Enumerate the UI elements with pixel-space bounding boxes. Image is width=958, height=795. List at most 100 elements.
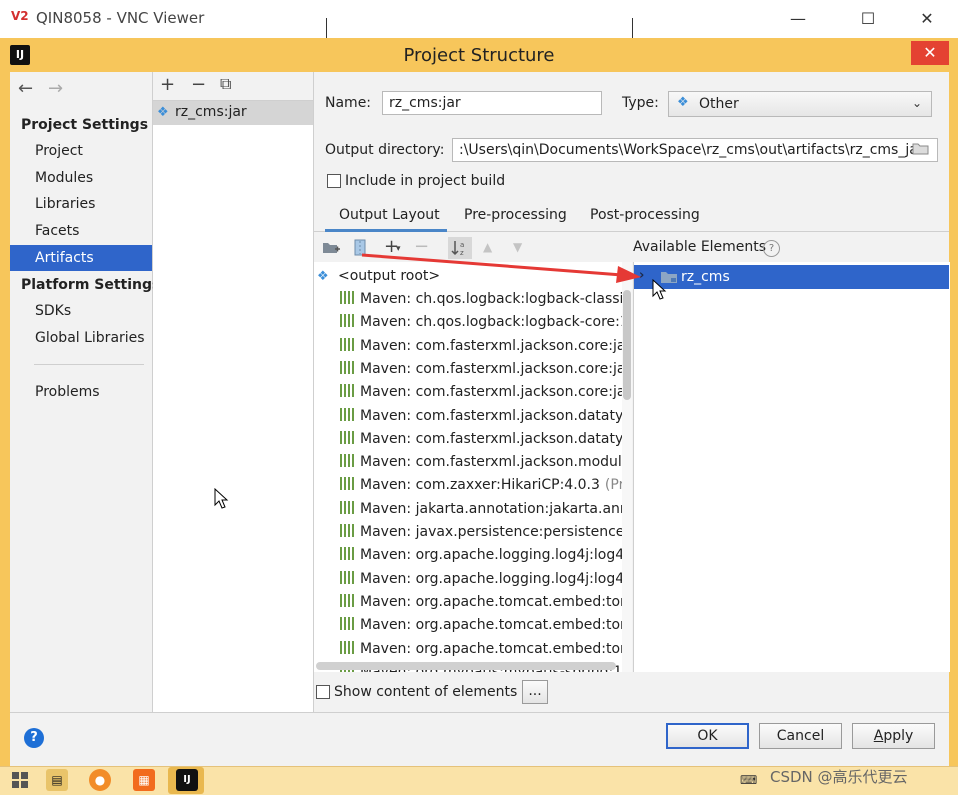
tree-horizontal-scrollbar[interactable] xyxy=(316,662,616,670)
layout-tree-row-label: Maven: org.apache.logging.log4j:log4j-ap xyxy=(360,547,632,564)
new-directory-icon[interactable] xyxy=(322,240,340,255)
vnc-close-button[interactable]: ✕ xyxy=(907,6,947,32)
name-label: Name: xyxy=(325,95,372,111)
library-icon xyxy=(340,407,354,421)
folder-browse-icon[interactable] xyxy=(912,142,930,155)
mouse-cursor-icon xyxy=(214,488,229,509)
ok-button[interactable]: OK xyxy=(666,723,749,749)
output-root-icon: ❖ xyxy=(317,269,329,284)
mouse-cursor-icon xyxy=(652,279,667,300)
vnc-window-title: QIN8058 - VNC Viewer xyxy=(36,9,205,27)
intellij-taskbar-icon[interactable]: IJ xyxy=(176,769,198,791)
tab-output-layout[interactable]: Output Layout xyxy=(339,207,440,223)
layout-tree-row[interactable]: Maven: com.fasterxml.jackson.core:jackso xyxy=(340,335,632,358)
tab-pre-processing[interactable]: Pre-processing xyxy=(464,207,567,223)
show-content-label: Show content of elements xyxy=(334,684,518,700)
library-icon xyxy=(340,477,354,491)
firefox-icon[interactable]: ● xyxy=(89,769,111,791)
back-arrow-icon[interactable]: ← xyxy=(18,78,33,99)
layout-tree-row[interactable]: Maven: ch.qos.logback:logback-classic:1.… xyxy=(340,288,632,311)
show-content-checkbox[interactable] xyxy=(316,685,330,699)
available-help-icon[interactable]: ? xyxy=(763,240,780,257)
type-label: Type: xyxy=(622,95,659,111)
show-content-options-button[interactable]: ... xyxy=(522,680,548,704)
layout-tree-row[interactable]: Maven: com.fasterxml.jackson.core:jackso xyxy=(340,358,632,381)
nav-item-artifacts[interactable]: Artifacts xyxy=(10,245,152,271)
svg-text:a: a xyxy=(460,241,464,249)
windows-start-icon[interactable] xyxy=(12,772,28,788)
help-button[interactable]: ? xyxy=(24,728,44,748)
layout-tree-row-label: Maven: com.fasterxml.jackson.datatype:ja xyxy=(360,430,632,447)
library-icon xyxy=(340,570,354,584)
layout-tree-row[interactable]: Maven: org.apache.logging.log4j:log4j-to xyxy=(340,568,632,591)
artifact-toolbar xyxy=(153,72,313,101)
layout-tree-row-label: Maven: jakarta.annotation:jakarta.annota xyxy=(360,500,632,517)
forward-arrow-icon[interactable]: → xyxy=(48,78,63,99)
library-icon xyxy=(340,500,354,514)
nav-item-problems[interactable]: Problems xyxy=(10,379,152,405)
layout-tree-row[interactable]: Maven: com.fasterxml.jackson.datatype:ja xyxy=(340,428,632,451)
dialog-close-button[interactable]: ✕ xyxy=(911,41,949,65)
layout-tree-row[interactable]: Maven: ch.qos.logback:logback-core:1.2.1 xyxy=(340,311,632,334)
layout-tree-row-label: Maven: com.fasterxml.jackson.module:jac xyxy=(360,454,632,471)
nav-divider xyxy=(34,364,144,365)
layout-tree-row-label: Maven: org.apache.tomcat.embed:tomca xyxy=(360,640,632,657)
include-in-build-checkbox[interactable] xyxy=(327,174,341,188)
layout-tree-row-label: Maven: javax.persistence:persistence-api… xyxy=(360,524,632,540)
layout-tree-row[interactable]: Maven: com.fasterxml.jackson.datatype:ja xyxy=(340,405,632,428)
library-icon xyxy=(340,640,354,654)
nav-item-facets[interactable]: Facets xyxy=(10,218,152,244)
layout-tree-row[interactable]: Maven: com.fasterxml.jackson.core:jackso xyxy=(340,381,632,404)
library-icon xyxy=(340,384,354,398)
nav-item-sdks[interactable]: SDKs xyxy=(10,298,152,324)
maximize-button[interactable]: ☐ xyxy=(848,6,888,32)
chevron-down-icon: ⌄ xyxy=(912,96,923,110)
dialog-frame-right xyxy=(949,72,958,766)
annotation-arrow xyxy=(361,253,641,283)
library-icon xyxy=(340,291,354,304)
layout-tree-row[interactable]: Maven: javax.persistence:persistence-api… xyxy=(340,521,632,544)
available-item-label: rz_cms xyxy=(681,269,730,285)
add-artifact-button[interactable]: + xyxy=(160,74,175,95)
tree-scroll-thumb[interactable] xyxy=(623,290,631,400)
name-field[interactable]: rz_cms:jar xyxy=(382,91,602,115)
platform-settings-header: Platform Settings xyxy=(21,277,161,293)
project-settings-header: Project Settings xyxy=(21,117,149,133)
layout-tree-row-label: Maven: com.fasterxml.jackson.datatype:ja xyxy=(360,407,632,424)
keyboard-icon: ⌨ xyxy=(740,773,758,787)
layout-tree-row[interactable]: Maven: org.apache.logging.log4j:log4j-ap xyxy=(340,544,632,567)
minimize-button[interactable]: — xyxy=(778,6,818,32)
file-explorer-icon[interactable]: ▤ xyxy=(46,769,68,791)
nav-item-project[interactable]: Project xyxy=(10,138,152,164)
layout-tree-row[interactable]: Maven: org.apache.tomcat.embed:tomca xyxy=(340,638,632,661)
layout-tree-row[interactable]: Maven: com.zaxxer:HikariCP:4.0.3(Projec xyxy=(340,474,632,497)
apply-mnemonic: A xyxy=(873,728,884,744)
layout-tree-row-label: Maven: com.fasterxml.jackson.core:jackso xyxy=(360,360,632,377)
artifact-list xyxy=(153,72,314,712)
type-select-value: Other xyxy=(699,96,739,112)
remove-artifact-button[interactable]: − xyxy=(191,74,206,95)
apply-button[interactable]: Apply xyxy=(852,723,935,749)
vnc-logo-icon: V2 xyxy=(11,9,29,23)
type-diamond-icon: ❖ xyxy=(677,95,689,110)
library-icon xyxy=(340,617,354,631)
layout-tree-row[interactable]: Maven: org.apache.tomcat.embed:tomca xyxy=(340,591,632,614)
app-orange-icon[interactable]: ▦ xyxy=(133,769,155,791)
apply-rest: pply xyxy=(883,728,914,744)
layout-tree-row-label: Maven: com.zaxxer:HikariCP:4.0.3 xyxy=(360,477,600,494)
library-icon xyxy=(340,430,354,444)
output-layout-tree: ❖ <output root> Maven: ch.qos.logback:lo… xyxy=(314,262,632,672)
nav-item-global-libraries[interactable]: Global Libraries xyxy=(10,325,152,351)
nav-item-modules[interactable]: Modules xyxy=(10,165,152,191)
layout-tree-row[interactable]: Maven: com.fasterxml.jackson.module:jac xyxy=(340,451,632,474)
layout-tree-row[interactable]: Maven: org.apache.tomcat.embed:tomca xyxy=(340,614,632,637)
layout-tree-row-label: Maven: org.apache.tomcat.embed:tomca xyxy=(360,593,632,610)
dialog-title: Project Structure xyxy=(403,45,555,66)
output-directory-field[interactable]: :\Users\qin\Documents\WorkSpace\rz_cms\o… xyxy=(452,138,938,162)
copy-artifact-button[interactable]: ⧉ xyxy=(220,74,231,94)
nav-item-libraries[interactable]: Libraries xyxy=(10,191,152,217)
tab-post-processing[interactable]: Post-processing xyxy=(590,207,700,223)
layout-tree-row[interactable]: Maven: jakarta.annotation:jakarta.annota xyxy=(340,498,632,521)
cancel-button[interactable]: Cancel xyxy=(759,723,842,749)
layout-tree-row-label: Maven: ch.qos.logback:logback-core:1.2.1 xyxy=(360,314,632,331)
